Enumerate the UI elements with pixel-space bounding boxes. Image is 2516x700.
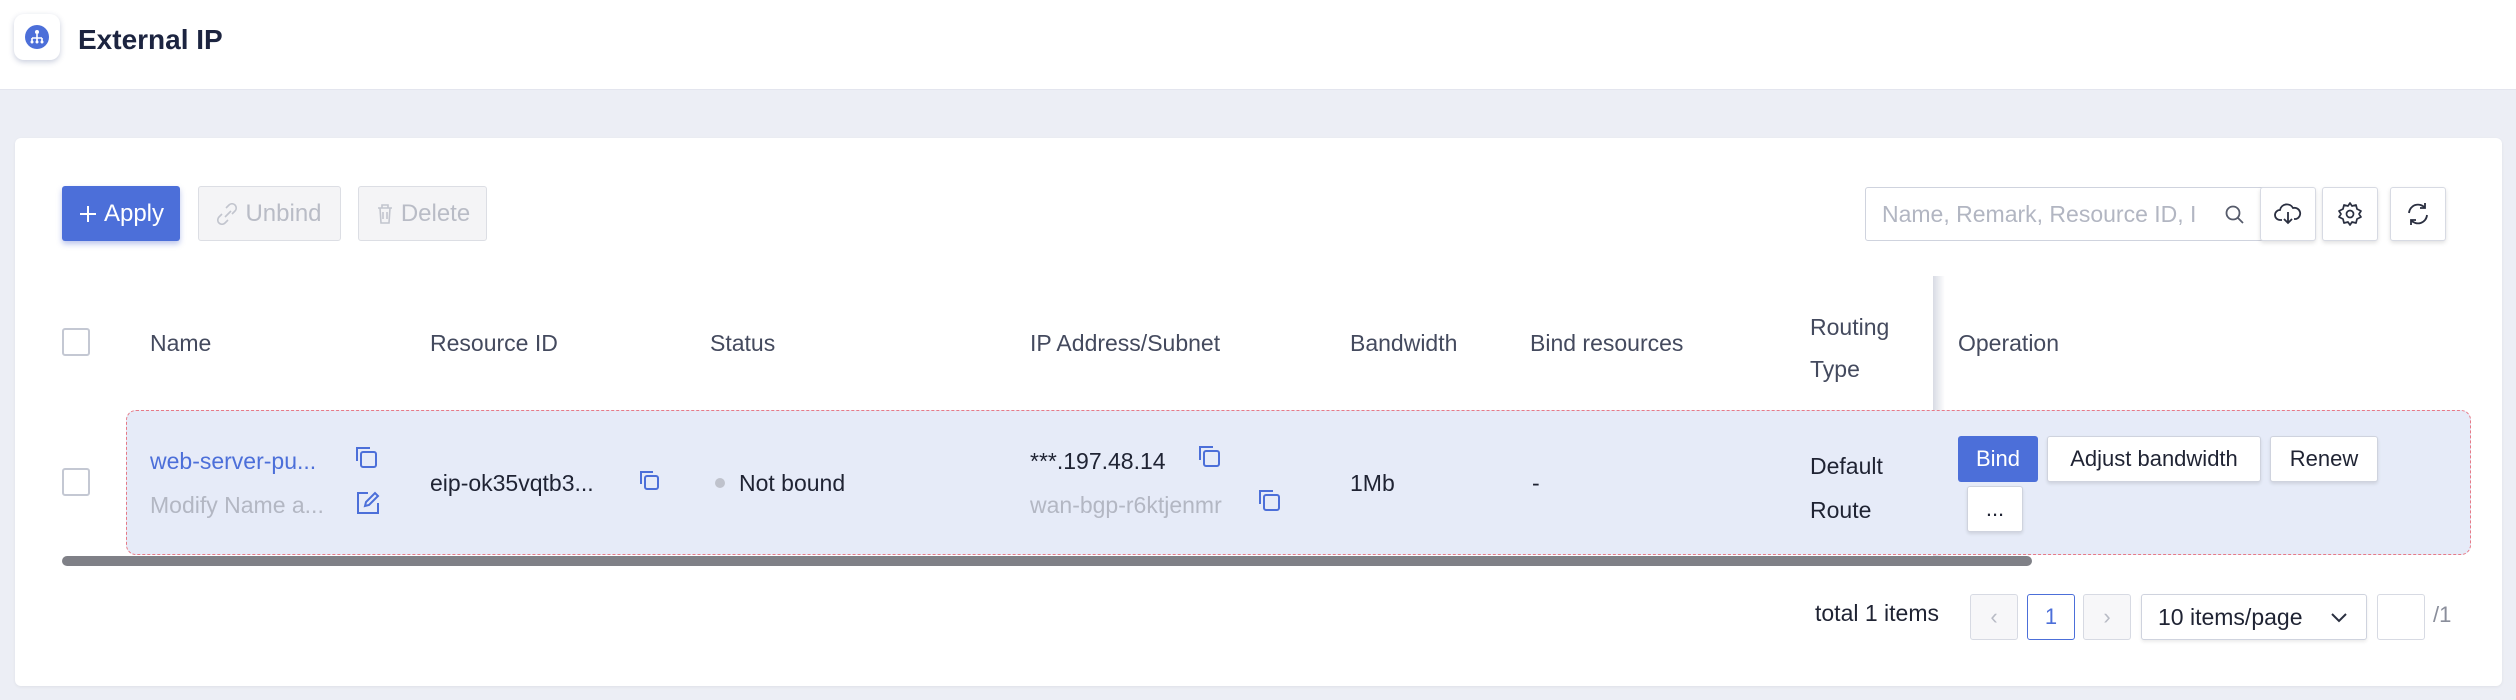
horizontal-scrollbar[interactable] (62, 556, 2032, 566)
page-title: External IP (78, 24, 223, 55)
unbind-button[interactable]: Unbind (198, 186, 341, 241)
routing-type-cell: Default Route (1810, 453, 1883, 523)
network-icon (14, 14, 60, 60)
page-size-label: 10 items/page (2158, 603, 2303, 630)
main-card: Apply Unbind Delete Name, Remark, Resour… (15, 138, 2502, 686)
bind-resources-text: - (1532, 470, 1540, 496)
settings-button[interactable] (2322, 187, 2378, 241)
column-header-bandwidth: Bandwidth (1350, 329, 1458, 356)
remark-text: Modify Name a... (150, 492, 324, 518)
copy-icon[interactable] (1255, 486, 1283, 514)
copy-icon[interactable] (352, 443, 380, 471)
status-dot-icon (715, 477, 725, 488)
ip-address-text: ***.197.48.14 (1030, 448, 1166, 474)
column-header-status: Status (710, 329, 776, 356)
copy-icon[interactable] (1195, 442, 1223, 470)
row-checkbox[interactable] (62, 468, 90, 496)
page-number-current[interactable]: 1 (2027, 594, 2075, 640)
prev-page-button[interactable]: ‹ (1970, 594, 2018, 640)
apply-label: Apply (103, 199, 165, 227)
search-box (1865, 187, 2265, 241)
column-header-operation: Operation (1958, 329, 2060, 356)
subnet-text: wan-bgp-r6ktjenmr (1030, 492, 1222, 518)
column-header-routing-type: Routing Type (1810, 314, 1890, 382)
trash-icon (377, 203, 392, 224)
chevron-down-icon (2331, 613, 2347, 623)
plus-icon (79, 205, 96, 222)
search-input[interactable] (1866, 188, 2206, 240)
unlink-icon (217, 202, 238, 225)
bandwidth-text: 1Mb (1350, 470, 1395, 496)
top-bar: External IP (0, 0, 2516, 90)
status-text: Not bound (739, 470, 846, 496)
adjust-bandwidth-button[interactable]: Adjust bandwidth (2047, 436, 2261, 482)
delete-label: Delete (400, 199, 471, 227)
column-header-name: Name (150, 329, 212, 356)
bind-button[interactable]: Bind (1958, 436, 2038, 482)
chevron-left-icon: ‹ (1990, 604, 1998, 629)
download-button[interactable] (2260, 187, 2316, 241)
gear-icon (2338, 202, 2362, 226)
column-header-bind-resources: Bind resources (1530, 329, 1684, 356)
chevron-right-icon: › (2103, 604, 2111, 629)
status-cell: Not bound (715, 470, 845, 497)
refresh-button[interactable] (2390, 187, 2446, 241)
unbind-label: Unbind (245, 199, 322, 227)
search-icon[interactable] (2224, 204, 2246, 226)
total-pages-text: /1 (2433, 602, 2452, 627)
page-jump-input[interactable] (2377, 594, 2425, 640)
select-all-checkbox[interactable] (62, 328, 90, 356)
renew-button[interactable]: Renew (2270, 436, 2378, 482)
ip-name-link[interactable]: web-server-pu... (150, 448, 316, 475)
next-page-button[interactable]: › (2083, 594, 2131, 640)
edit-icon[interactable] (355, 490, 381, 516)
copy-icon[interactable] (637, 468, 661, 492)
column-header-resource-id: Resource ID (430, 329, 558, 356)
resource-id-text: eip-ok35vqtb3... (430, 470, 594, 496)
total-items-text: total 1 items (1815, 600, 1939, 626)
refresh-icon (2408, 203, 2428, 225)
column-header-ip: IP Address/Subnet (1030, 329, 1221, 356)
apply-button[interactable]: Apply (62, 186, 180, 241)
more-actions-button[interactable]: ... (1967, 486, 2023, 532)
page-size-select[interactable]: 10 items/page (2141, 594, 2367, 640)
delete-button[interactable]: Delete (358, 186, 487, 241)
cloud-download-icon (2274, 203, 2302, 225)
